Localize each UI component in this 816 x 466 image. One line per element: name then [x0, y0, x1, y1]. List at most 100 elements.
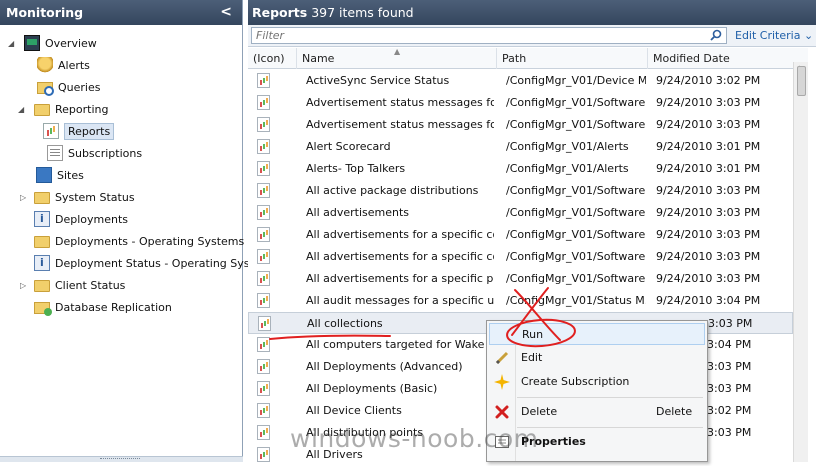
reports-title: Reports [252, 5, 308, 20]
column-header-icon[interactable]: (Icon) [248, 48, 297, 69]
table-row[interactable]: Alerts- Top Talkers/ConfigMgr_V01/Alerts… [248, 158, 793, 180]
tree-node-client-status[interactable]: ▷ Client Status [20, 274, 125, 296]
reports-header: Reports 397 items found [248, 0, 816, 25]
report-name: All Deployments (Basic) [306, 382, 438, 395]
menu-item-shortcut: Delete [656, 405, 693, 418]
navigation-header: Monitoring < [0, 0, 242, 25]
tree-node-label: Overview [45, 36, 97, 50]
table-row[interactable]: All audit messages for a specific user/C… [248, 290, 793, 312]
tree-node-reporting[interactable]: ◢ Reporting [18, 98, 108, 120]
report-path: /ConfigMgr_V01/Software... [506, 272, 646, 285]
table-row[interactable]: All advertisements for a specific coll..… [248, 224, 793, 246]
menu-item-create-subscription[interactable]: Create Subscription [489, 371, 705, 393]
menu-separator [517, 397, 703, 398]
expanded-arrow-icon[interactable]: ◢ [8, 39, 18, 48]
query-icon [37, 82, 54, 96]
report-path: /ConfigMgr_V01/Software... [506, 228, 646, 241]
menu-item-edit[interactable]: Edit [489, 347, 705, 369]
report-date: 9/24/2010 3:02 PM [656, 74, 761, 87]
table-row[interactable]: Advertisement status messages for... /Con… [248, 114, 793, 136]
menu-item-delete[interactable]: Delete Delete [489, 401, 705, 423]
filter-bar: Edit Criteria ⌄ [248, 25, 816, 47]
report-path: /ConfigMgr_V01/Status M... [506, 294, 646, 307]
table-row[interactable]: All advertisements for a specific pac...… [248, 268, 793, 290]
expanded-arrow-icon[interactable]: ◢ [18, 105, 28, 114]
tree-node-sites[interactable]: Sites [36, 164, 84, 186]
tree-node-deployments-os[interactable]: Deployments - Operating Systems [34, 230, 244, 252]
sort-ascending-icon: ▲ [394, 47, 401, 56]
report-date: 9/24/2010 3:01 PM [656, 162, 761, 175]
folder-icon [34, 192, 50, 204]
report-date: 9/24/2010 3:04 PM [656, 294, 761, 307]
report-name: All advertisements for a specific pac... [306, 272, 494, 285]
edit-criteria-button[interactable]: Edit Criteria ⌄ [735, 29, 813, 42]
sites-icon [36, 167, 52, 183]
report-path: /ConfigMgr_V01/Software... [506, 96, 646, 109]
tree-node-deployment-status-os[interactable]: Deployment Status - Operating Syster [34, 252, 265, 274]
tree-node-label: Sites [57, 168, 84, 182]
monitor-icon [24, 35, 40, 51]
report-date: 9/24/2010 3:03 PM [656, 206, 761, 219]
menu-item-label: Run [522, 328, 544, 341]
table-row[interactable]: Advertisement status messages for... /Con… [248, 92, 793, 114]
report-path: /ConfigMgr_V01/Software... [506, 184, 646, 197]
report-name: Advertisement status messages for... [306, 96, 494, 109]
menu-item-label: Delete [521, 405, 558, 418]
report-icon [257, 271, 270, 286]
tree-node-subscriptions[interactable]: Subscriptions [47, 142, 142, 164]
report-icon [257, 425, 270, 440]
filter-input[interactable] [251, 27, 727, 44]
report-icon [257, 227, 270, 242]
column-header-modified-date[interactable]: Modified Date [648, 48, 793, 69]
report-name: Alert Scorecard [306, 140, 391, 153]
table-row[interactable]: ActiveSync Service Status/ConfigMgr_V01/… [248, 70, 793, 92]
alert-bell-icon [37, 57, 53, 73]
tree-node-reports[interactable]: Reports [43, 120, 115, 142]
pane-resize-bar[interactable] [0, 456, 243, 462]
table-row[interactable]: Alert Scorecard/ConfigMgr_V01/Alerts 9/24… [248, 136, 793, 158]
delete-x-icon [495, 405, 509, 419]
report-name: All advertisements for a specific com... [306, 250, 494, 263]
tree-node-label: Database Replication [55, 300, 172, 314]
menu-item-label: Edit [521, 351, 543, 364]
edit-criteria-label: Edit Criteria [735, 29, 801, 42]
report-date: 9/24/2010 3:03 PM [656, 250, 761, 263]
search-icon[interactable] [710, 29, 722, 41]
column-header-path[interactable]: Path [497, 48, 648, 69]
navigation-pane: Monitoring < ◢ Overview Alerts Queries ◢… [0, 0, 265, 462]
collapsed-arrow-icon[interactable]: ▷ [20, 193, 30, 202]
deployment-os-icon [34, 236, 50, 248]
tree-node-overview[interactable]: ◢ Overview [8, 32, 97, 54]
report-date: 3:03 PM [707, 360, 752, 373]
tree-node-deployments[interactable]: Deployments [34, 208, 128, 230]
collapsed-arrow-icon[interactable]: ▷ [20, 281, 30, 290]
tree-node-label: Deployments [55, 212, 129, 226]
tree-node-label: Deployment Status - Operating Syster [55, 256, 266, 270]
tree-node-queries[interactable]: Queries [37, 76, 100, 98]
report-icon [257, 293, 270, 308]
report-name: All advertisements [306, 206, 410, 219]
report-path: /ConfigMgr_V01/Software... [506, 250, 646, 263]
report-icon [257, 95, 270, 110]
column-header-row: (Icon) Name ▲ Path Modified Date [248, 47, 808, 69]
report-date: 9/24/2010 3:03 PM [656, 118, 761, 131]
report-name: All Deployments (Advanced) [306, 360, 463, 373]
report-date: 3:04 PM [707, 338, 752, 351]
table-row[interactable]: All advertisements for a specific com...… [248, 246, 793, 268]
tree-node-system-status[interactable]: ▷ System Status [20, 186, 135, 208]
report-icon [257, 183, 270, 198]
report-name: Alerts- Top Talkers [306, 162, 406, 175]
menu-item-run[interactable]: Run [489, 323, 705, 345]
deployment-icon [34, 211, 50, 227]
table-row[interactable]: All advertisements/ConfigMgr_V01/Softwar… [248, 202, 793, 224]
tree-node-label: System Status [55, 190, 135, 204]
report-path: /ConfigMgr_V01/Software... [506, 206, 646, 219]
vertical-scrollbar[interactable]: ▲ [793, 62, 808, 462]
report-name: All advertisements for a specific coll..… [306, 228, 494, 241]
tree-node-database-replication[interactable]: Database Replication [34, 296, 172, 318]
collapse-pane-icon[interactable]: < [220, 4, 232, 20]
tree-node-alerts[interactable]: Alerts [37, 54, 90, 76]
resize-grip[interactable] [100, 458, 140, 461]
scrollbar-thumb[interactable] [797, 66, 806, 96]
table-row[interactable]: All active package distributions/ConfigM… [248, 180, 793, 202]
